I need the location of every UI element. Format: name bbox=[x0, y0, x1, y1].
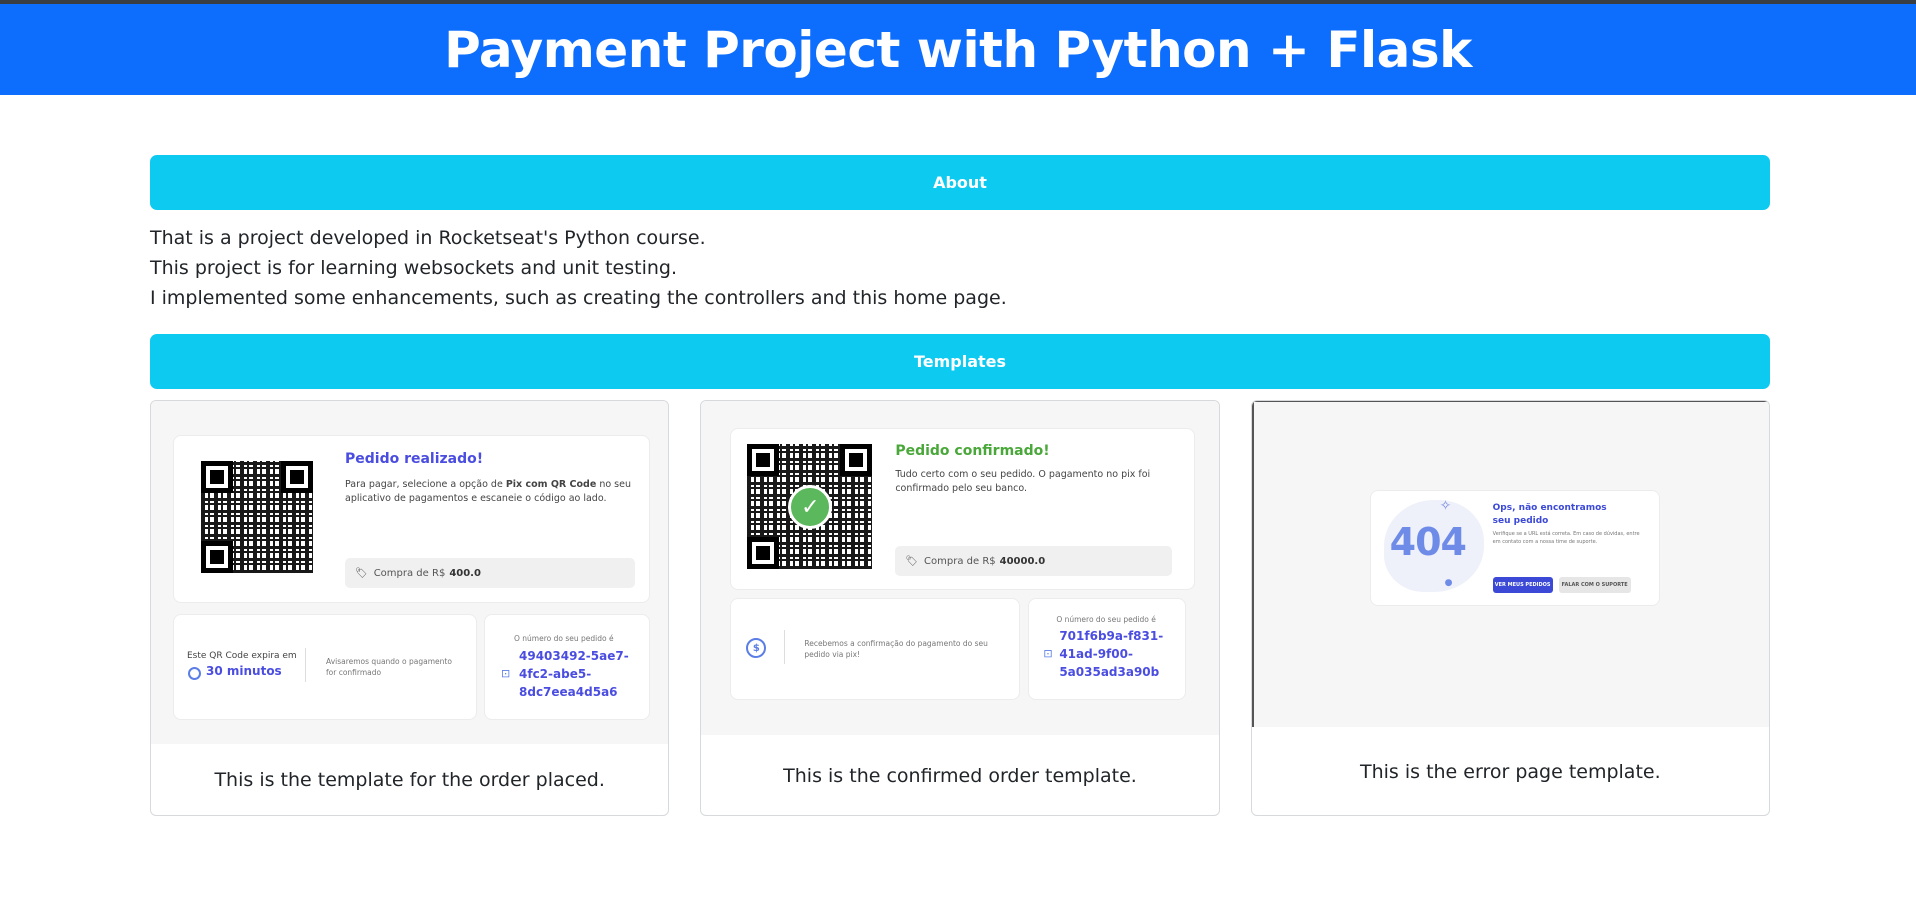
price-pill: 🏷 Compra de R$ 40000.0 bbox=[895, 546, 1173, 576]
qr-finder bbox=[747, 444, 780, 476]
view-orders-button: VER MEUS PEDIDOS bbox=[1492, 577, 1553, 593]
error-code: 404 bbox=[1389, 520, 1467, 564]
order-placed-preview-image: Pedido realizado! Para pagar, selecione … bbox=[151, 401, 669, 744]
divider bbox=[305, 648, 306, 682]
tag-icon: 🏷 bbox=[905, 555, 919, 567]
order-id: 701f6b9a-f831-41ad-9f00-5a035ad3a90b bbox=[1059, 629, 1164, 679]
order-label: O número do seu pedido é bbox=[514, 634, 614, 643]
qr-code bbox=[201, 461, 313, 573]
bird-icon: ✧ bbox=[1439, 498, 1452, 514]
qr-finder bbox=[281, 461, 313, 493]
about-line: That is a project developed in Rocketsea… bbox=[150, 227, 706, 249]
card-caption: This is the template for the order place… bbox=[214, 769, 605, 791]
templates-cards: Pedido realizado! Para pagar, selecione … bbox=[150, 400, 1770, 816]
tag-icon: 🏷 bbox=[355, 567, 368, 579]
page-header: Payment Project with Python + Flask bbox=[0, 4, 1916, 95]
preview-desc-bold: Pix com QR Code bbox=[505, 479, 597, 490]
template-card-order-placed: Pedido realizado! Para pagar, selecione … bbox=[150, 400, 670, 816]
preview-desc-pre: Para pagar, selecione a opção de bbox=[345, 479, 506, 490]
expires-value: 30 minutos bbox=[206, 664, 282, 678]
price-value: 40000.0 bbox=[999, 555, 1046, 567]
check-icon: ✓ bbox=[788, 485, 833, 529]
main-content: About That is a project developed in Roc… bbox=[150, 155, 1770, 816]
price-pill: 🏷 Compra de R$ 400.0 bbox=[345, 558, 635, 588]
price-label: Compra de R$ bbox=[373, 567, 446, 579]
about-heading: About bbox=[933, 173, 987, 192]
preview-description: Verifique se a URL está correta. Em caso… bbox=[1492, 531, 1640, 545]
preview-description: Tudo certo com o seu pedido. O pagamento… bbox=[895, 469, 1151, 494]
contact-support-button: FALAR COM O SUPORTE bbox=[1558, 577, 1631, 593]
planet-icon: ● bbox=[1444, 578, 1453, 588]
preview-title: Pedido confirmado! bbox=[895, 443, 1050, 459]
qr-code: ✓ bbox=[747, 444, 873, 569]
card-caption: This is the confirmed order template. bbox=[783, 765, 1137, 787]
error-page-preview-image: 404 ✧ ● Ops, não encontramos seu pedido … bbox=[1251, 401, 1769, 727]
price-value: 400.0 bbox=[449, 567, 481, 579]
qr-finder bbox=[201, 541, 233, 573]
template-card-error-page: 404 ✧ ● Ops, não encontramos seu pedido … bbox=[1250, 400, 1770, 816]
preview-description: Para pagar, selecione a opção de Pix com… bbox=[345, 478, 635, 506]
preview-title: Ops, não encontramos seu pedido bbox=[1492, 503, 1607, 526]
about-text: That is a project developed in Rocketsea… bbox=[150, 223, 1770, 313]
clock-icon bbox=[188, 667, 201, 680]
preview-title: Pedido realizado! bbox=[345, 451, 484, 467]
notify-text: Avisaremos quando o pagamento for confir… bbox=[326, 657, 452, 677]
templates-bar: Templates bbox=[150, 334, 1770, 389]
templates-heading: Templates bbox=[913, 352, 1007, 371]
order-confirmed-preview-image: ✓ Pedido confirmado! Tudo certo com o se… bbox=[701, 401, 1219, 735]
order-label: O número do seu pedido é bbox=[1056, 615, 1156, 624]
page-title: Payment Project with Python + Flask bbox=[444, 20, 1472, 79]
price-label: Compra de R$ bbox=[924, 555, 996, 567]
card-caption: This is the error page template. bbox=[1359, 760, 1661, 783]
basket-icon: ⊡ bbox=[501, 667, 511, 680]
order-id: 49403492-5ae7-4fc2-abe5-8dc7eea4d5a6 bbox=[519, 649, 629, 699]
about-line: I implemented some enhancements, such as… bbox=[150, 287, 1007, 309]
qr-finder bbox=[747, 537, 780, 569]
about-line: This project is for learning websockets … bbox=[150, 257, 677, 279]
qr-finder bbox=[840, 444, 873, 476]
template-card-order-confirmed: ✓ Pedido confirmado! Tudo certo com o se… bbox=[700, 400, 1220, 816]
about-bar: About bbox=[150, 155, 1770, 210]
received-text: Recebemos a confirmação do pagamento do … bbox=[804, 639, 988, 659]
qr-finder bbox=[201, 461, 233, 493]
basket-icon: ⊡ bbox=[1043, 647, 1053, 660]
divider bbox=[784, 630, 786, 664]
expires-label: Este QR Code expira em bbox=[187, 651, 297, 661]
